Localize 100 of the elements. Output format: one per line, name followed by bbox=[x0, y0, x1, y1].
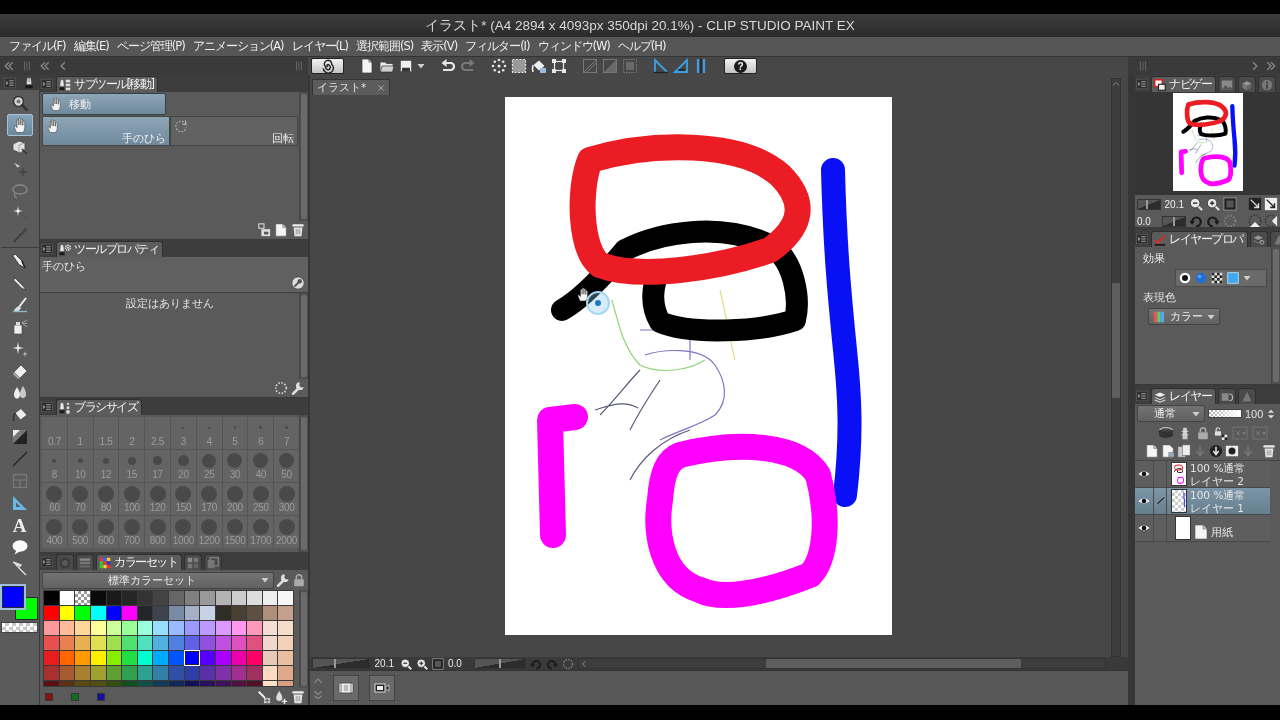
layer-row[interactable]: 100 %通常 レイヤー 2 bbox=[1135, 461, 1270, 488]
recent-color-swatch[interactable] bbox=[71, 692, 79, 701]
menu-item[interactable]: ページ管理(P) bbox=[116, 39, 185, 54]
color-swatch[interactable] bbox=[231, 606, 247, 620]
menu-item[interactable]: 表示(V) bbox=[421, 39, 458, 54]
color-swatch[interactable] bbox=[106, 591, 122, 605]
up-down-arrows-icon[interactable] bbox=[1266, 408, 1277, 419]
color-swatch[interactable] bbox=[122, 606, 137, 620]
diagonal-arrow-icon[interactable] bbox=[1248, 197, 1262, 211]
horizontal-scrollbar[interactable] bbox=[578, 658, 1106, 669]
color-swatch[interactable] bbox=[200, 651, 215, 665]
slider-thumb[interactable] bbox=[1145, 199, 1148, 209]
color-swatch[interactable] bbox=[122, 681, 137, 686]
save-icon[interactable] bbox=[399, 59, 413, 73]
color-swatch[interactable] bbox=[59, 636, 75, 650]
color-swatch[interactable] bbox=[278, 651, 293, 665]
close-icon[interactable] bbox=[377, 83, 385, 92]
color-swatch[interactable] bbox=[90, 606, 106, 620]
brush-size-option[interactable]: 4 bbox=[196, 417, 222, 449]
menu-item[interactable]: ウィンドウ(W) bbox=[537, 39, 610, 54]
document-tab[interactable]: イラスト* bbox=[312, 79, 390, 95]
menu-item[interactable]: アニメーション(A) bbox=[192, 39, 284, 54]
color-swatch[interactable] bbox=[184, 636, 200, 650]
color-swatch[interactable] bbox=[247, 636, 262, 650]
color-swatch[interactable] bbox=[215, 681, 231, 686]
chevron-left-icon[interactable] bbox=[58, 61, 68, 71]
panel-tab[interactable]: カラーセット bbox=[96, 554, 182, 570]
color-swatch[interactable] bbox=[215, 621, 231, 635]
color-swatch[interactable] bbox=[231, 591, 247, 605]
trash-icon[interactable] bbox=[291, 689, 305, 704]
paint-bucket-icon[interactable] bbox=[531, 58, 547, 74]
scrollbar-thumb[interactable] bbox=[766, 659, 1021, 668]
diagonal-arrow-icon[interactable] bbox=[1264, 197, 1278, 211]
sphere-icon[interactable] bbox=[1195, 272, 1207, 284]
color-swatch[interactable] bbox=[90, 681, 106, 686]
dashed-circle-triangle-icon[interactable] bbox=[1248, 214, 1262, 227]
color-swatch[interactable] bbox=[200, 591, 215, 605]
color-swatch[interactable] bbox=[153, 681, 168, 686]
color-swatch[interactable] bbox=[184, 681, 200, 686]
zoom-in-icon[interactable] bbox=[416, 657, 428, 670]
color-swatch[interactable] bbox=[231, 651, 247, 665]
brush-size-option[interactable]: 40 bbox=[248, 450, 274, 482]
recent-color-swatch[interactable] bbox=[45, 692, 53, 701]
panel-tab[interactable] bbox=[204, 554, 222, 570]
panel-tab[interactable] bbox=[1258, 76, 1276, 92]
panel-menu-icon[interactable] bbox=[1136, 78, 1148, 90]
lock-icon[interactable] bbox=[292, 573, 306, 587]
color-swatch[interactable] bbox=[75, 666, 90, 680]
color-swatch[interactable] bbox=[262, 666, 278, 680]
ring-icon[interactable] bbox=[1179, 272, 1191, 284]
color-swatch[interactable] bbox=[200, 636, 215, 650]
color-swatch[interactable] bbox=[137, 621, 153, 635]
color-swatch[interactable] bbox=[137, 666, 153, 680]
undo-icon[interactable] bbox=[440, 58, 456, 74]
color-mode-dropdown[interactable]: カラー bbox=[1148, 308, 1220, 325]
color-swatch[interactable] bbox=[184, 666, 200, 680]
down-arrow-disc-icon[interactable] bbox=[1209, 444, 1223, 458]
menu-item[interactable]: フィルター(I) bbox=[465, 39, 530, 54]
corner-handles-icon[interactable] bbox=[551, 58, 567, 74]
color-swatch[interactable] bbox=[200, 606, 215, 620]
color-swatch[interactable] bbox=[247, 651, 262, 665]
color-swatch[interactable] bbox=[278, 636, 293, 650]
chevron-up-icon[interactable] bbox=[313, 676, 323, 686]
double-chevron-down-icon[interactable] bbox=[313, 690, 323, 700]
color-swatch[interactable] bbox=[75, 651, 90, 665]
panel-menu-icon[interactable] bbox=[41, 78, 53, 90]
panel-tab[interactable] bbox=[184, 554, 202, 570]
color-swatch[interactable] bbox=[153, 621, 168, 635]
panel-tab[interactable] bbox=[1218, 76, 1236, 92]
main-color-swatch[interactable] bbox=[1, 586, 24, 608]
color-swatch[interactable] bbox=[122, 651, 137, 665]
color-swatch[interactable] bbox=[137, 636, 153, 650]
rotation-slider[interactable] bbox=[1162, 215, 1186, 227]
triangle-outline-icon[interactable] bbox=[653, 58, 669, 74]
rotation-slider[interactable] bbox=[474, 658, 526, 669]
dotted-ring-icon[interactable] bbox=[562, 657, 574, 670]
color-swatch[interactable] bbox=[215, 651, 231, 665]
color-swatch[interactable] bbox=[278, 606, 293, 620]
color-swatch[interactable] bbox=[106, 666, 122, 680]
menu-item[interactable]: ヘルプ(H) bbox=[617, 39, 666, 54]
color-swatch[interactable] bbox=[215, 666, 231, 680]
panel-tab[interactable] bbox=[76, 554, 94, 570]
menu-item[interactable]: 選択範囲(S) bbox=[356, 39, 414, 54]
color-swatch[interactable] bbox=[75, 681, 90, 686]
text-tool-button[interactable]: A bbox=[6, 514, 33, 536]
dotted-ring-icon[interactable] bbox=[1223, 214, 1237, 227]
recent-color-swatch[interactable] bbox=[97, 692, 105, 701]
zoom-out-icon[interactable] bbox=[1189, 197, 1203, 211]
dropper-plus-icon[interactable] bbox=[257, 689, 271, 704]
color-swatch[interactable] bbox=[122, 621, 137, 635]
wrench-icon[interactable] bbox=[276, 573, 290, 587]
grip-icon[interactable] bbox=[294, 61, 304, 71]
menu-item[interactable]: ファイル(F) bbox=[9, 39, 66, 54]
scrollbar-thumb[interactable] bbox=[1112, 283, 1120, 398]
color-swatch[interactable] bbox=[169, 591, 184, 605]
chevron-right-icon[interactable] bbox=[1250, 61, 1260, 71]
panel-tab[interactable]: レイヤープロパ bbox=[1151, 231, 1248, 247]
color-swatch[interactable] bbox=[153, 591, 168, 605]
logo-button[interactable] bbox=[311, 58, 344, 74]
color-swatch[interactable] bbox=[59, 621, 75, 635]
